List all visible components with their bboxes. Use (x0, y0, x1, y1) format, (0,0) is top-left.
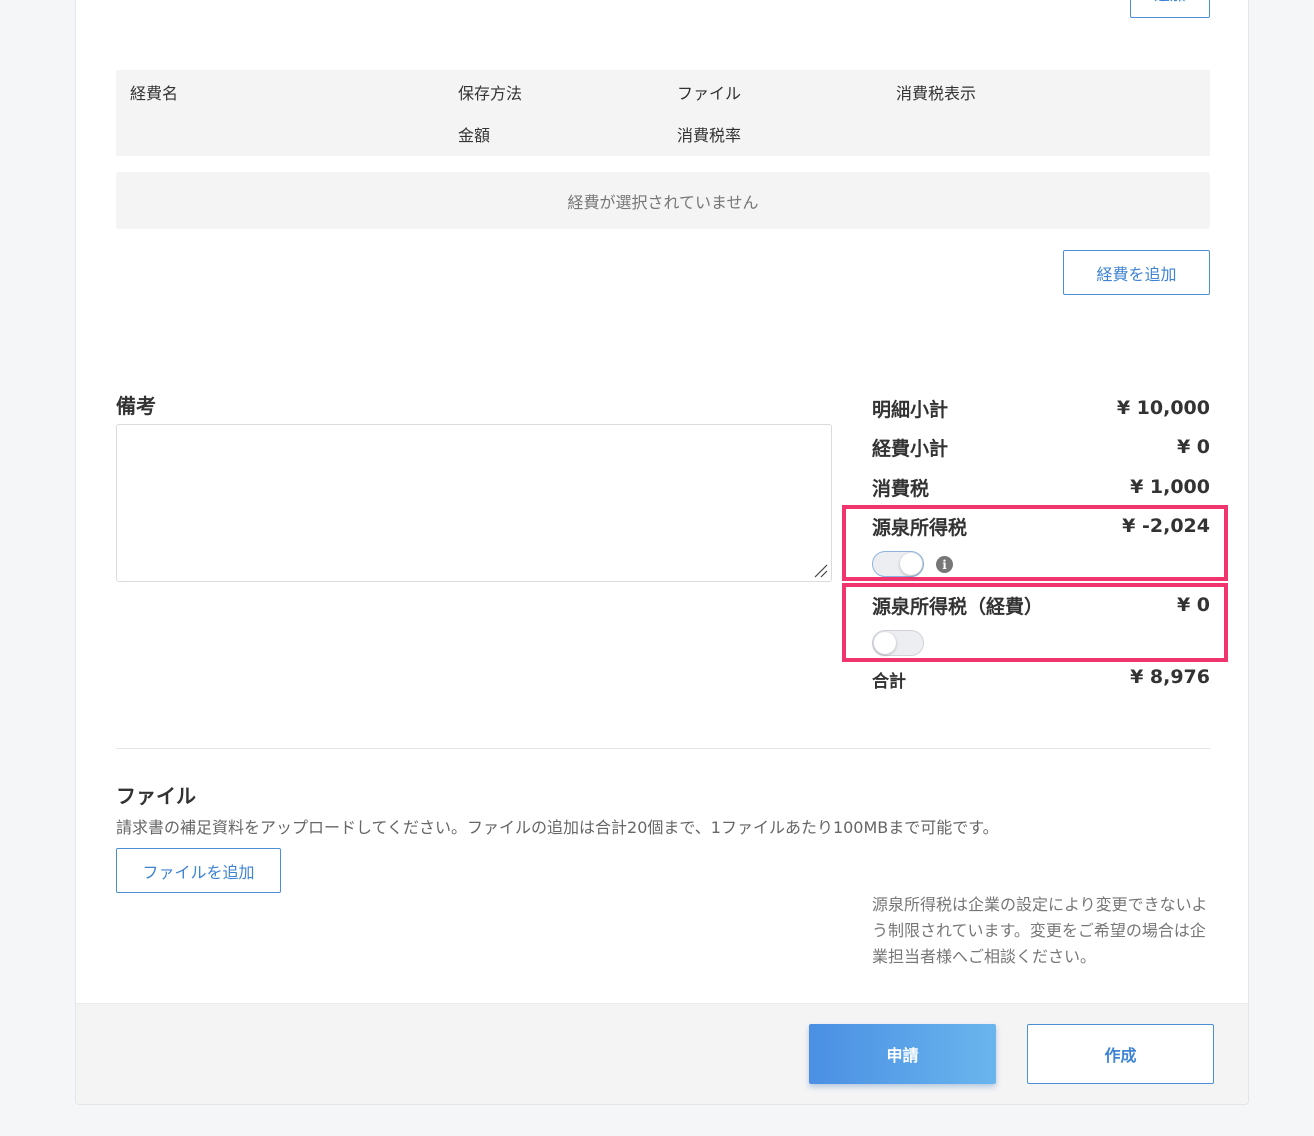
remarks-textarea[interactable] (116, 424, 832, 582)
create-button[interactable]: 作成 (1027, 1024, 1214, 1084)
withholding-tax-label: 源泉所得税 (872, 517, 968, 539)
total-label: 合計 (872, 672, 906, 692)
toggle-knob (874, 632, 896, 654)
column-header-tax-rate: 消費税率 (677, 126, 742, 145)
expense-empty-message: 経費が選択されていません (116, 172, 1210, 229)
submit-button[interactable]: 申請 (809, 1024, 996, 1084)
column-header-storage-method: 保存方法 (458, 84, 523, 103)
withholding-note: 源泉所得税は企業の設定により変更できないよう制限されています。変更をご希望の場合… (872, 895, 1208, 966)
withholding-tax-value: ¥ -2,024 (1122, 515, 1210, 537)
withholding-expense-label: 源泉所得税（経費） (872, 596, 1044, 618)
toggle-knob (900, 553, 922, 575)
total-value: ¥ 8,976 (1130, 666, 1210, 688)
consumption-tax-label: 消費税 (872, 478, 930, 500)
expense-subtotal-value: ¥ 0 (1176, 436, 1210, 458)
column-header-tax-display: 消費税表示 (896, 84, 977, 103)
add-file-button[interactable]: ファイルを追加 (116, 848, 281, 893)
files-title: ファイル (116, 784, 196, 808)
section-divider (116, 748, 1210, 749)
expense-subtotal-label: 経費小計 (872, 438, 949, 460)
column-header-file: ファイル (677, 84, 742, 103)
item-subtotal-label: 明細小計 (872, 399, 949, 421)
withholding-tax-toggle[interactable] (872, 551, 924, 577)
files-description: 請求書の補足資料をアップロードしてください。ファイルの追加は合計20個まで、1フ… (116, 818, 999, 837)
column-header-amount: 金額 (458, 126, 491, 145)
resize-grip-icon[interactable] (812, 562, 828, 578)
column-header-expense-name: 経費名 (130, 84, 179, 103)
info-icon[interactable]: i (936, 556, 953, 573)
withholding-expense-value: ¥ 0 (1176, 594, 1210, 616)
invoice-form-card: 追加 経費名 保存方法 ファイル 消費税表示 金額 消費税率 経費が選択されてい… (75, 0, 1249, 1105)
item-subtotal-value: ¥ 10,000 (1116, 397, 1210, 419)
add-expense-button[interactable]: 経費を追加 (1063, 250, 1210, 295)
remarks-label: 備考 (116, 394, 156, 418)
expense-table-header: 経費名 保存方法 ファイル 消費税表示 金額 消費税率 (116, 70, 1210, 156)
form-footer: 申請 作成 (76, 1003, 1248, 1104)
add-button-top[interactable]: 追加 (1130, 0, 1210, 18)
consumption-tax-value: ¥ 1,000 (1130, 476, 1210, 498)
withholding-expense-toggle[interactable] (872, 630, 924, 656)
